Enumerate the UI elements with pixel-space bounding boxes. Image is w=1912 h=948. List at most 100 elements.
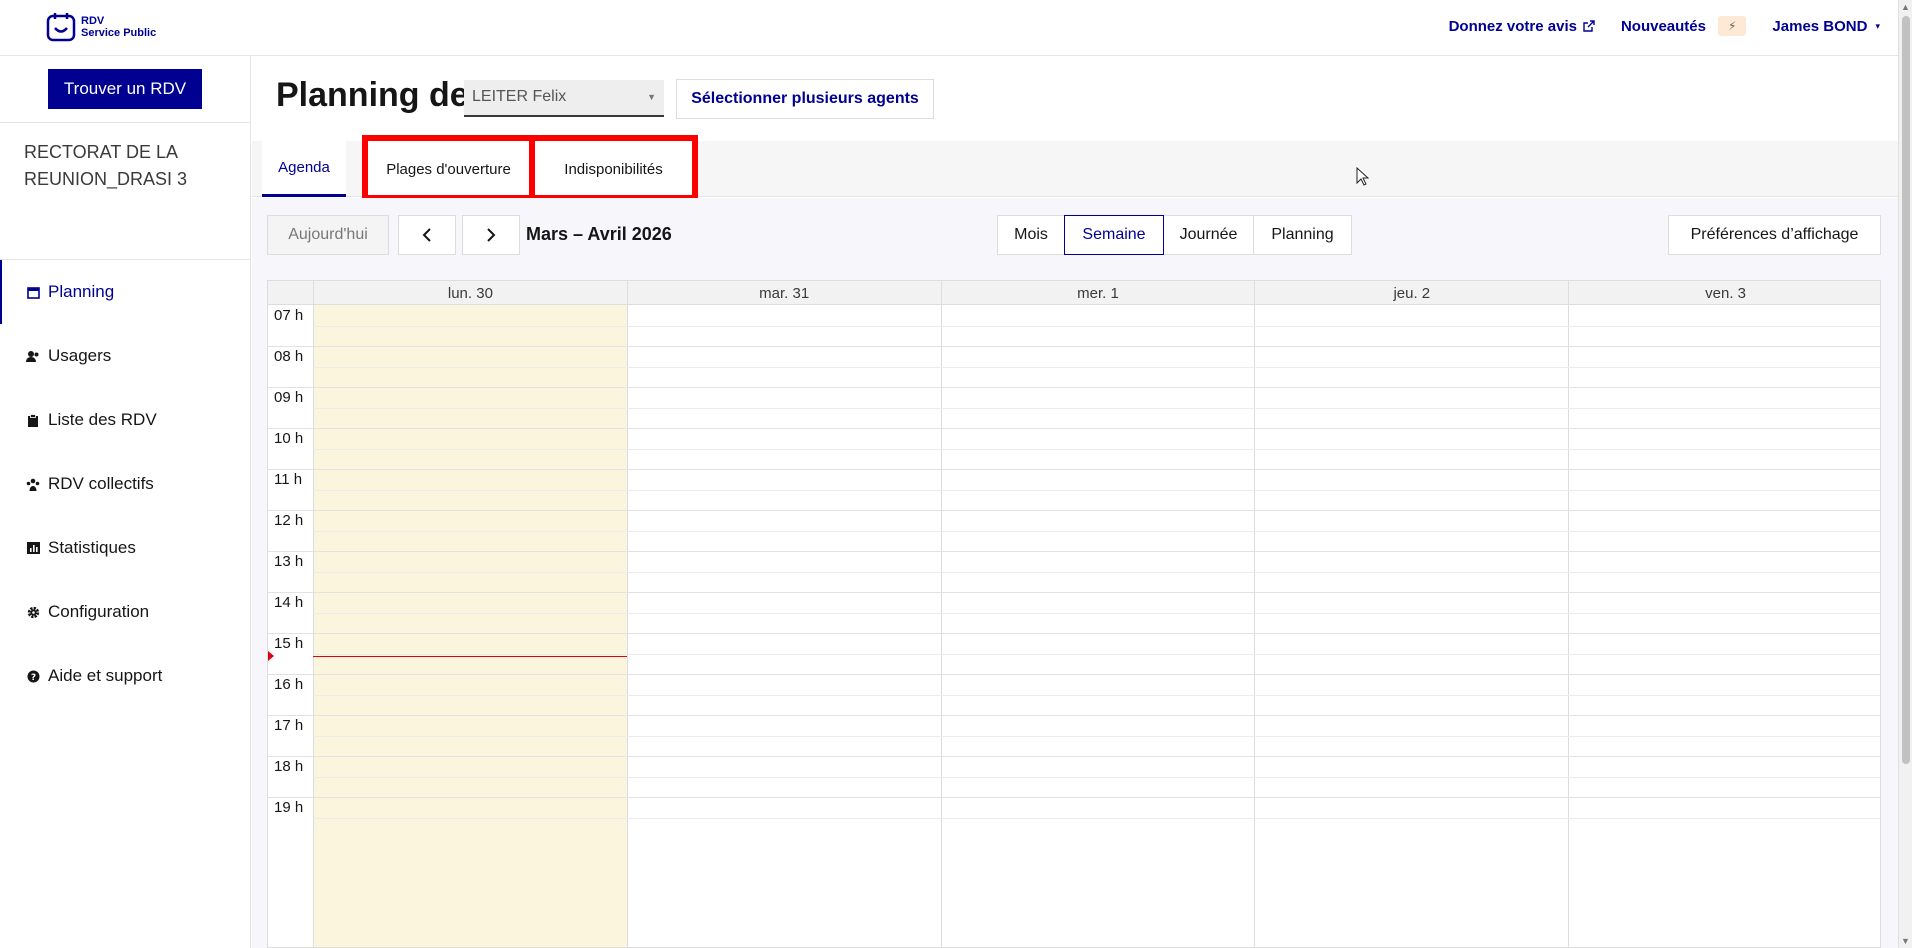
- view-day-button[interactable]: Journée: [1163, 215, 1254, 255]
- feedback-link-label: Donnez votre avis: [1448, 17, 1577, 35]
- sidebar-nav: Planning Usagers Liste des RDV RDV colle…: [0, 260, 250, 708]
- sidebar-item-planning[interactable]: Planning: [0, 260, 250, 324]
- scroll-down-arrow-icon[interactable]: ▼: [1901, 936, 1910, 946]
- hour-label: 14 h: [274, 594, 304, 611]
- today-button[interactable]: Aujourd'hui: [267, 215, 389, 255]
- half-hour-divider: [313, 366, 1880, 368]
- hour-divider: [268, 592, 1880, 593]
- hour-label: 16 h: [274, 676, 304, 693]
- hour-label: 12 h: [274, 512, 304, 529]
- feedback-link[interactable]: Donnez votre avis: [1449, 18, 1595, 35]
- sidebar-item-configuration[interactable]: Configuration: [0, 580, 250, 644]
- user-menu[interactable]: James BOND ▾: [1772, 18, 1880, 35]
- hour-label: 18 h: [274, 758, 304, 775]
- hour-label: 13 h: [274, 553, 304, 570]
- hour-divider: [268, 428, 1880, 429]
- current-time-marker-icon: [268, 650, 274, 661]
- display-preferences-button[interactable]: Préférences d’affichage: [1668, 215, 1881, 255]
- day-header: mer. 1: [940, 281, 1255, 305]
- chevron-down-icon: ▾: [1875, 20, 1880, 31]
- find-rdv-button[interactable]: Trouver un RDV: [48, 69, 202, 109]
- mouse-cursor-icon: [1356, 167, 1369, 186]
- scrollbar-thumb[interactable]: [1902, 16, 1910, 764]
- select-multiple-agents-button[interactable]: Sélectionner plusieurs agents: [676, 79, 934, 119]
- sidebar-item-label: Aide et support: [48, 666, 163, 685]
- user-name: James BOND: [1772, 17, 1868, 35]
- tab-indisponibilites[interactable]: Indisponibilités: [535, 141, 692, 197]
- date-range-title: Mars – Avril 2026: [526, 224, 672, 244]
- sidebar-item-liste-rdv[interactable]: Liste des RDV: [0, 388, 250, 452]
- hour-divider: [268, 387, 1880, 388]
- sidebar-item-rdv-collectifs[interactable]: RDV collectifs: [0, 452, 250, 516]
- day-header: ven. 3: [1568, 281, 1880, 305]
- view-month-button[interactable]: Mois: [997, 215, 1065, 255]
- half-hour-divider: [313, 407, 1880, 409]
- main-header: Planning de LEITER Felix ▼ Sélectionner …: [252, 56, 1898, 141]
- chevron-right-icon: [487, 228, 496, 242]
- top-header: RDV Service Public Donnez votre avis Nou…: [0, 0, 1898, 56]
- hour-divider: [268, 510, 1880, 511]
- svg-text:?: ?: [30, 673, 35, 683]
- view-week-button[interactable]: Semaine: [1064, 215, 1164, 255]
- sidebar-item-label: Usagers: [48, 346, 112, 365]
- sidebar-item-usagers[interactable]: Usagers: [0, 324, 250, 388]
- hour-label: 09 h: [274, 389, 304, 406]
- sidebar-item-label: Configuration: [48, 602, 150, 621]
- next-button[interactable]: [462, 215, 520, 255]
- day-column-divider: [1254, 305, 1256, 947]
- sidebar-item-aide[interactable]: ? Aide et support: [0, 644, 250, 708]
- external-link-icon: [1583, 20, 1595, 32]
- view-planning-button[interactable]: Planning: [1253, 215, 1352, 255]
- hour-label: 11 h: [274, 471, 303, 488]
- news-link-label: Nouveautés: [1620, 17, 1706, 35]
- logo[interactable]: RDV Service Public: [46, 12, 156, 42]
- half-hour-divider: [313, 735, 1880, 737]
- half-hour-divider: [313, 530, 1880, 532]
- logo-line-2: Service Public: [81, 27, 157, 39]
- sidebar-item-label: Statistiques: [48, 538, 136, 557]
- hour-divider: [268, 674, 1880, 675]
- day-column-divider: [626, 305, 628, 947]
- week-grid[interactable]: lun. 30 mar. 31 mer. 1 jeu. 2 ven. 3 07 h 08 …: [267, 280, 1881, 948]
- hour-label: 07 h: [274, 307, 304, 324]
- page-scrollbar[interactable]: ▲ ▼: [1898, 0, 1912, 948]
- half-hour-divider: [313, 612, 1880, 614]
- tab-agenda[interactable]: Agenda: [262, 141, 346, 197]
- logo-text: RDV Service Public: [81, 15, 156, 39]
- clipboard-icon: [26, 413, 40, 427]
- previous-button[interactable]: [398, 215, 456, 255]
- sidebar-item-statistiques[interactable]: Statistiques: [0, 516, 250, 580]
- calendar: Aujourd'hui Mars – Avril 2026 Mois Semai…: [252, 198, 1898, 948]
- hour-label: 08 h: [274, 348, 304, 365]
- half-hour-divider: [313, 653, 1880, 655]
- half-hour-divider: [313, 489, 1880, 491]
- hour-label: 15 h: [274, 635, 304, 652]
- half-hour-divider: [313, 694, 1880, 696]
- sidebar-item-label: RDV collectifs: [48, 474, 154, 493]
- news-link[interactable]: Nouveautés ⚡: [1620, 16, 1747, 36]
- day-header: lun. 30: [313, 281, 627, 305]
- agent-select[interactable]: LEITER Felix ▼: [464, 80, 664, 117]
- logo-line-1: RDV: [81, 15, 105, 27]
- news-badge-bolt-icon: ⚡: [1717, 16, 1747, 36]
- hour-divider: [268, 715, 1880, 716]
- sidebar: Trouver un RDV RECTORAT DE LA REUNION_DR…: [0, 56, 251, 948]
- hour-divider: [268, 346, 1880, 347]
- tab-plages-ouverture[interactable]: Plages d'ouverture: [368, 141, 529, 197]
- tabs-bar: Agenda Plages d'ouverture Indisponibilit…: [252, 135, 1898, 201]
- hour-divider: [268, 469, 1880, 470]
- current-time-line: [313, 655, 627, 657]
- hour-label: 10 h: [274, 430, 304, 447]
- calendar-icon: [26, 285, 40, 299]
- organization-name[interactable]: RECTORAT DE LA REUNION_DRASI 3: [0, 122, 250, 260]
- half-hour-divider: [313, 448, 1880, 450]
- day-header: jeu. 2: [1254, 281, 1568, 305]
- day-header: mar. 31: [626, 281, 941, 305]
- hour-label: 19 h: [274, 799, 304, 816]
- hour-label: 17 h: [274, 717, 304, 734]
- today-column: [313, 305, 627, 947]
- gear-icon: [26, 605, 40, 619]
- chevron-left-icon: [422, 228, 431, 242]
- scroll-up-arrow-icon[interactable]: ▲: [1901, 2, 1910, 12]
- chart-icon: [26, 541, 40, 555]
